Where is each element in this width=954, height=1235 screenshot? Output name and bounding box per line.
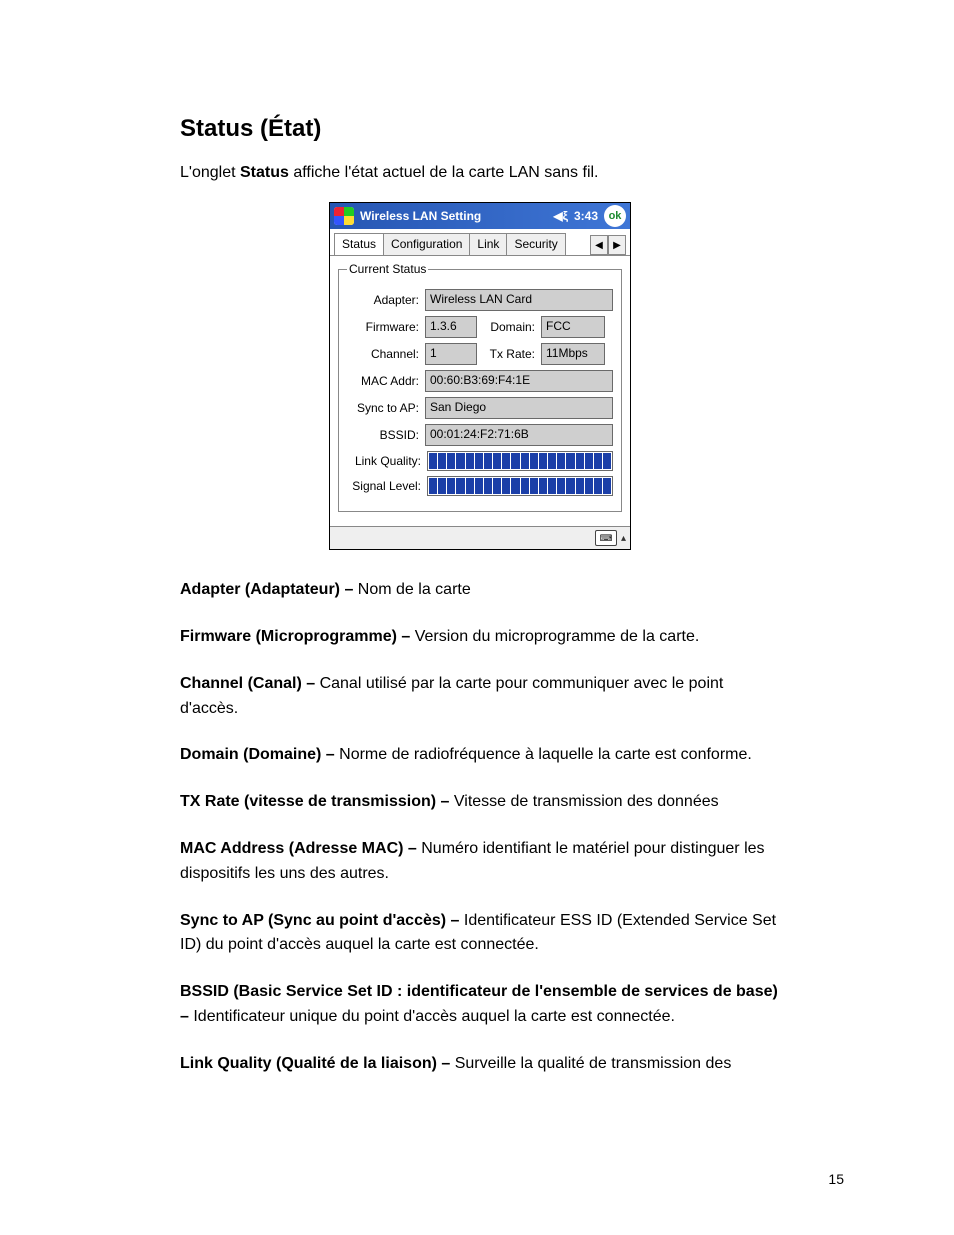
tab-link[interactable]: Link bbox=[469, 233, 507, 255]
label-signal-level: Signal Level: bbox=[347, 479, 427, 493]
intro-bold: Status bbox=[240, 164, 289, 181]
value-txrate: 11Mbps bbox=[541, 343, 605, 365]
pda-bottom-bar: ⌨ ▴ bbox=[330, 526, 630, 549]
definition-term: Channel (Canal) – bbox=[180, 675, 320, 692]
label-mac: MAC Addr: bbox=[347, 374, 425, 388]
value-bssid: 00:01:24:F2:71:6B bbox=[425, 424, 613, 446]
label-link-quality: Link Quality: bbox=[347, 454, 427, 468]
label-adapter: Adapter: bbox=[347, 293, 425, 307]
value-adapter: Wireless LAN Card bbox=[425, 289, 613, 311]
window-title: Wireless LAN Setting bbox=[360, 209, 481, 223]
label-sync: Sync to AP: bbox=[347, 401, 425, 415]
definition-2: Channel (Canal) – Canal utilisé par la c… bbox=[180, 672, 780, 722]
label-txrate: Tx Rate: bbox=[477, 347, 541, 361]
value-mac: 00:60:B3:69:F4:1E bbox=[425, 370, 613, 392]
label-firmware: Firmware: bbox=[347, 320, 425, 334]
label-domain: Domain: bbox=[477, 320, 541, 334]
group-legend: Current Status bbox=[347, 262, 428, 276]
keyboard-icon[interactable]: ⌨ bbox=[595, 530, 617, 546]
titlebar: Wireless LAN Setting ◀ξ 3:43 ok bbox=[330, 203, 630, 229]
definition-1: Firmware (Microprogramme) – Version du m… bbox=[180, 625, 780, 650]
intro-paragraph: L'onglet Status affiche l'état actuel de… bbox=[180, 161, 780, 184]
page-number: 15 bbox=[828, 1171, 844, 1187]
tab-status[interactable]: Status bbox=[334, 233, 384, 255]
intro-pre: L'onglet bbox=[180, 164, 240, 181]
definition-text: Surveille la qualité de transmission des bbox=[455, 1055, 732, 1072]
tab-configuration[interactable]: Configuration bbox=[383, 233, 470, 255]
pda-body: Current Status Adapter: Wireless LAN Car… bbox=[330, 256, 630, 526]
definition-text: Version du microprogramme de la carte. bbox=[415, 628, 700, 645]
definition-7: BSSID (Basic Service Set ID : identifica… bbox=[180, 980, 780, 1030]
value-channel: 1 bbox=[425, 343, 477, 365]
definition-term: Sync to AP (Sync au point d'accès) – bbox=[180, 912, 464, 929]
value-domain: FCC bbox=[541, 316, 605, 338]
tab-bar: Status Configuration Link Security ◀ ▶ bbox=[330, 229, 630, 256]
clock: 3:43 bbox=[574, 209, 598, 223]
value-sync: San Diego bbox=[425, 397, 613, 419]
definition-text: Norme de radiofréquence à laquelle la ca… bbox=[339, 746, 752, 763]
definition-6: Sync to AP (Sync au point d'accès) – Ide… bbox=[180, 909, 780, 959]
windows-start-icon[interactable] bbox=[334, 207, 354, 225]
signal-level-bar bbox=[427, 476, 613, 496]
speaker-icon[interactable]: ◀ξ bbox=[553, 209, 568, 223]
ok-button[interactable]: ok bbox=[604, 205, 626, 227]
definition-0: Adapter (Adaptateur) – Nom de la carte bbox=[180, 578, 780, 603]
definition-term: Domain (Domaine) – bbox=[180, 746, 339, 763]
tab-security[interactable]: Security bbox=[506, 233, 565, 255]
link-quality-bar bbox=[427, 451, 613, 471]
current-status-group: Current Status Adapter: Wireless LAN Car… bbox=[338, 262, 622, 512]
label-channel: Channel: bbox=[347, 347, 425, 361]
definition-term: MAC Address (Adresse MAC) – bbox=[180, 840, 421, 857]
definition-3: Domain (Domaine) – Norme de radiofréquen… bbox=[180, 743, 780, 768]
menu-up-icon[interactable]: ▴ bbox=[621, 533, 626, 544]
pda-screenshot: Wireless LAN Setting ◀ξ 3:43 ok Status C… bbox=[329, 202, 631, 550]
definition-term: Adapter (Adaptateur) – bbox=[180, 581, 358, 598]
definition-4: TX Rate (vitesse de transmission) – Vite… bbox=[180, 790, 780, 815]
value-firmware: 1.3.6 bbox=[425, 316, 477, 338]
label-bssid: BSSID: bbox=[347, 428, 425, 442]
definition-8: Link Quality (Qualité de la liaison) – S… bbox=[180, 1052, 780, 1077]
definition-term: Firmware (Microprogramme) – bbox=[180, 628, 415, 645]
definition-text: Vitesse de transmission des données bbox=[454, 793, 719, 810]
tab-scroll-right-icon[interactable]: ▶ bbox=[608, 235, 626, 255]
definition-term: Link Quality (Qualité de la liaison) – bbox=[180, 1055, 455, 1072]
tab-scroll-left-icon[interactable]: ◀ bbox=[590, 235, 608, 255]
definition-5: MAC Address (Adresse MAC) – Numéro ident… bbox=[180, 837, 780, 887]
definition-term: TX Rate (vitesse de transmission) – bbox=[180, 793, 454, 810]
definition-text: Nom de la carte bbox=[358, 581, 471, 598]
intro-post: affiche l'état actuel de la carte LAN sa… bbox=[289, 164, 599, 181]
page-title: Status (État) bbox=[180, 115, 780, 143]
definition-text: Identificateur unique du point d'accès a… bbox=[193, 1008, 675, 1025]
